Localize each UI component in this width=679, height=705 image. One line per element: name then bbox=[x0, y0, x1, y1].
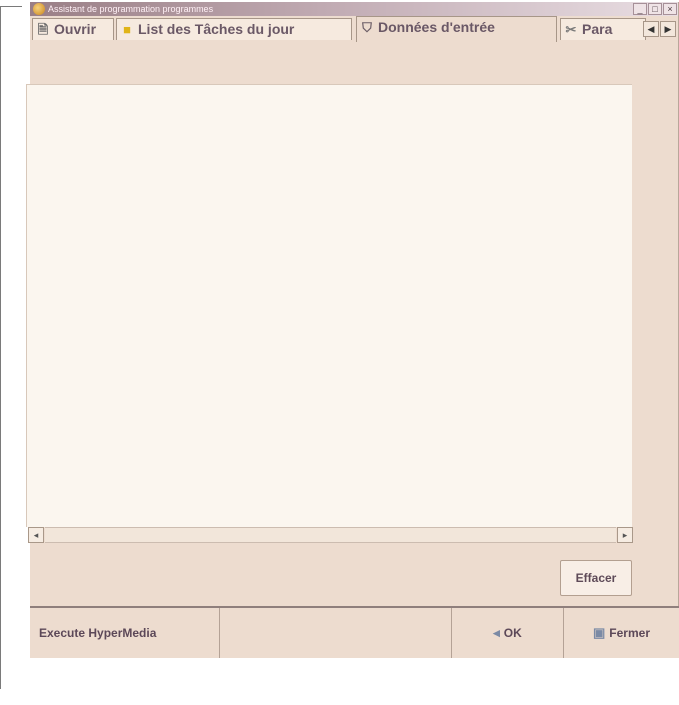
scroll-track[interactable] bbox=[45, 527, 616, 543]
horizontal-scrollbar[interactable]: ◂ ▸ bbox=[28, 527, 633, 543]
status-left-cell: Execute HyperMedia bbox=[30, 608, 220, 658]
window-title: Assistant de programmation programmes bbox=[48, 4, 214, 14]
folder-icon: ■ bbox=[123, 22, 131, 38]
tools-icon: ✂ bbox=[565, 22, 577, 38]
tab-label: Para bbox=[582, 21, 613, 37]
tab-label: Ouvrir bbox=[54, 21, 97, 37]
close-button[interactable]: × bbox=[663, 3, 677, 15]
top-frame-line bbox=[0, 6, 22, 7]
door-exit-icon: ▣ bbox=[593, 625, 606, 640]
content-panel[interactable] bbox=[26, 84, 632, 527]
tab-label: Données d'entrée bbox=[378, 19, 495, 35]
tab-scroll-right-button[interactable]: ▶ bbox=[660, 21, 676, 37]
status-left-text: Execute HyperMedia bbox=[39, 626, 157, 640]
status-bar: Execute HyperMedia ◂ OK ▣ Fermer bbox=[30, 606, 679, 658]
tab-scroll-left-button[interactable]: ◀ bbox=[643, 21, 659, 37]
app-icon bbox=[33, 3, 45, 15]
title-bar[interactable]: Assistant de programmation programmes _ … bbox=[30, 2, 678, 16]
scroll-left-button[interactable]: ◂ bbox=[28, 527, 44, 543]
fermer-button[interactable]: ▣ Fermer bbox=[564, 608, 679, 658]
scroll-right-button[interactable]: ▸ bbox=[617, 527, 633, 543]
tab-liste-taches[interactable]: ■ List des Tâches du jour bbox=[116, 18, 352, 40]
document-open-icon: 🗎 bbox=[37, 22, 49, 38]
status-middle-cell bbox=[220, 608, 452, 658]
ok-check-icon: ◂ bbox=[493, 625, 500, 640]
ok-button[interactable]: ◂ OK bbox=[452, 608, 564, 658]
minimize-button[interactable]: _ bbox=[633, 3, 647, 15]
effacer-button[interactable]: Effacer bbox=[560, 560, 632, 596]
tab-strip: 🗎 Ouvrir ■ List des Tâches du jour ⛉ Donnée… bbox=[30, 16, 678, 42]
tab-parametres[interactable]: ✂ Para bbox=[560, 18, 646, 40]
fermer-label: Fermer bbox=[609, 626, 650, 640]
maximize-button[interactable]: □ bbox=[648, 3, 662, 15]
tab-ouvrir[interactable]: 🗎 Ouvrir bbox=[32, 18, 114, 40]
tab-label: List des Tâches du jour bbox=[138, 21, 295, 37]
ok-label: OK bbox=[503, 626, 522, 640]
left-frame-line bbox=[0, 6, 1, 689]
shield-icon: ⛉ bbox=[362, 20, 372, 36]
tab-donnees-entree[interactable]: ⛉ Données d'entrée bbox=[356, 16, 557, 42]
